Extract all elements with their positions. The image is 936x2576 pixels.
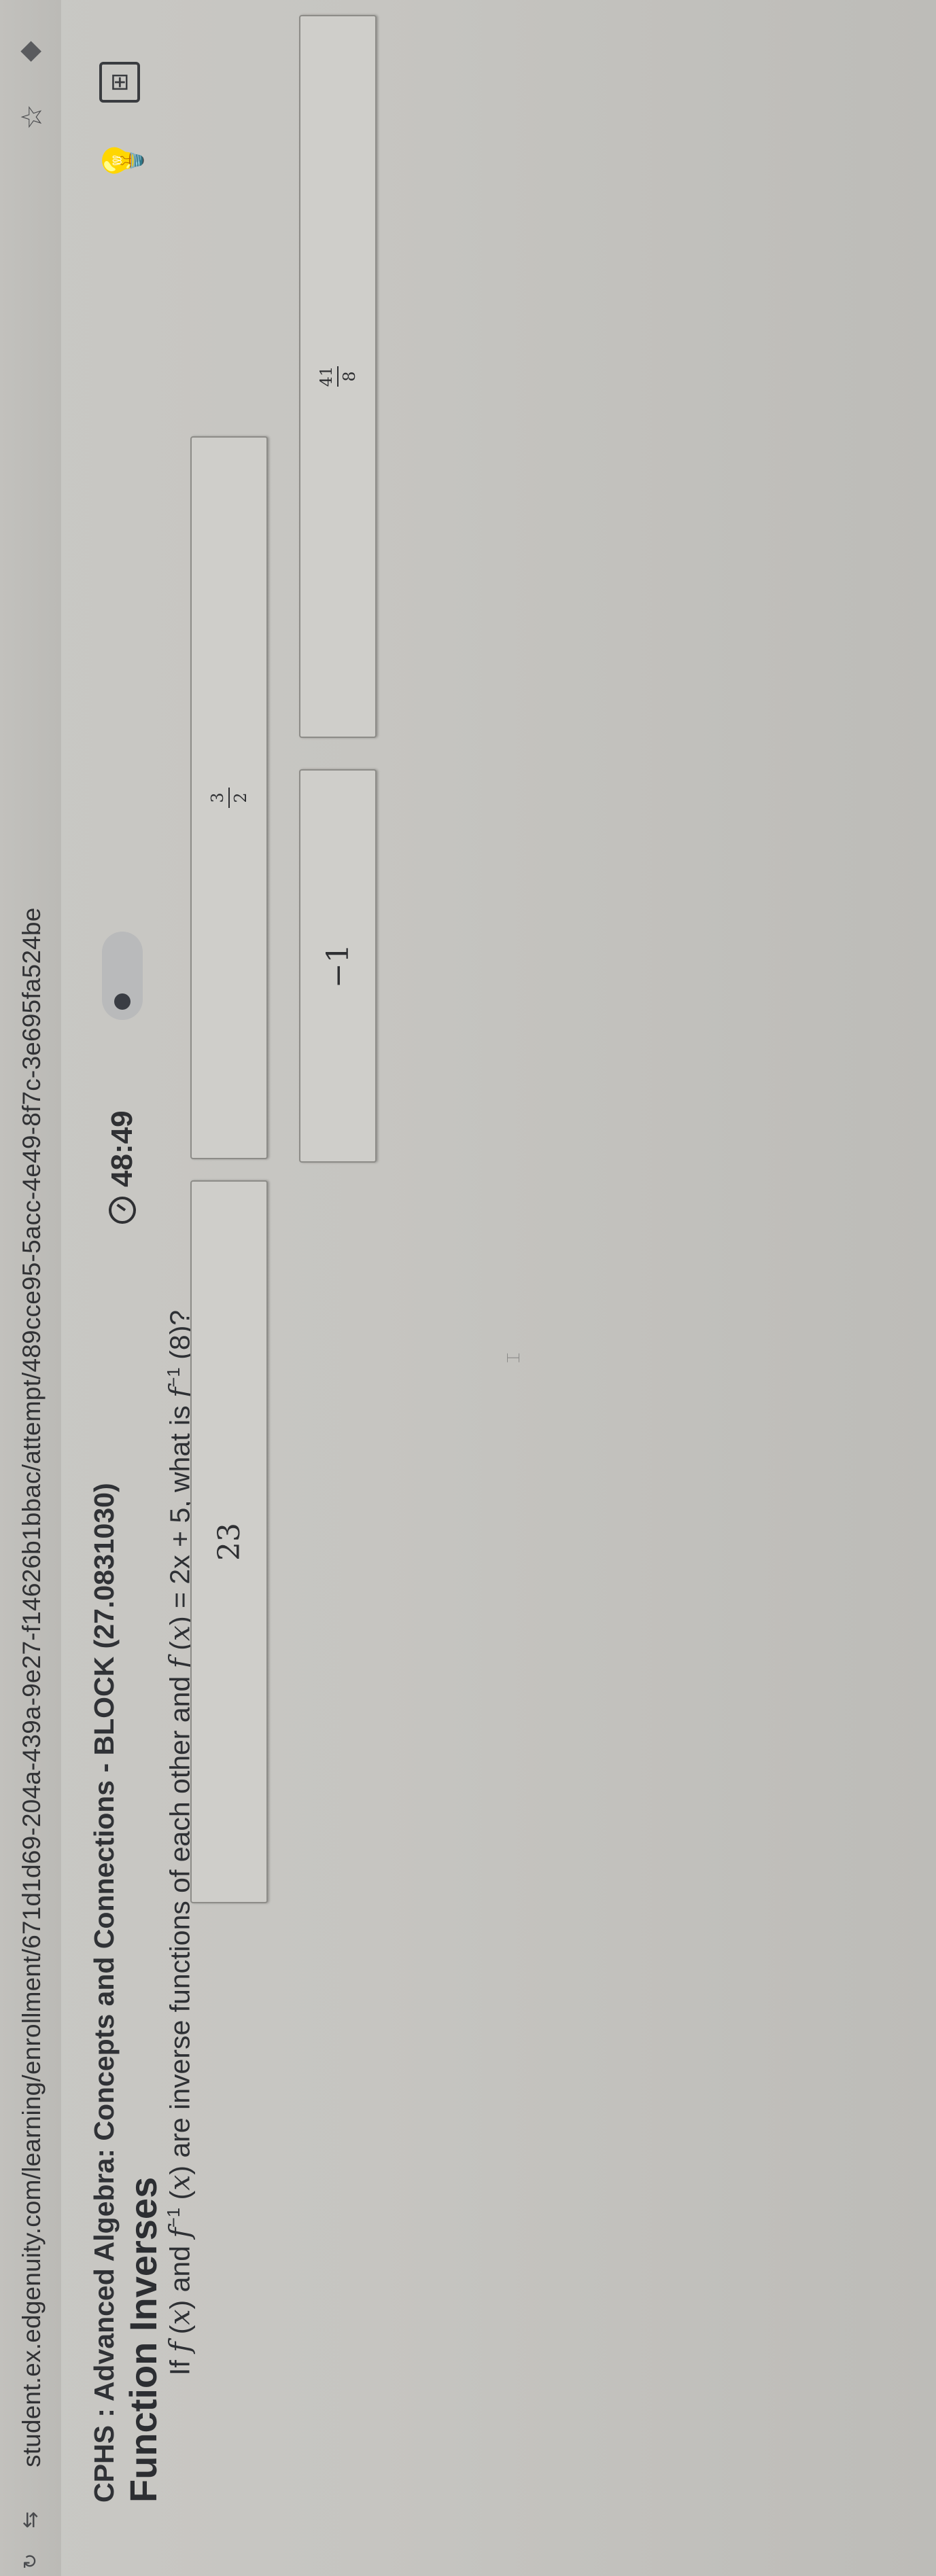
fraction-value: 41 8	[317, 366, 359, 387]
extension-icon[interactable]: ◆	[14, 41, 45, 62]
timer-toggle-knob	[114, 993, 131, 1010]
screen: ↻ ⇆ student.ex.edgenuity.com/learning/en…	[0, 0, 936, 2576]
star-icon[interactable]: ☆	[15, 104, 48, 130]
fraction-value: 32	[208, 788, 250, 808]
page-title: Function Inverses	[122, 2176, 164, 2503]
hint-bulb-icon[interactable]: 💡	[101, 137, 145, 184]
choice-value: 23	[211, 1523, 247, 1561]
timer-text: 48:49	[105, 1110, 139, 1187]
timer-icon	[109, 1197, 136, 1224]
tune-icon[interactable]: ⇆	[19, 2505, 42, 2528]
timer: 48:49	[105, 1110, 139, 1224]
mouse-cursor-icon: ⌶	[503, 1352, 523, 1363]
calculator-icon[interactable]: ⊞	[99, 62, 140, 103]
back-icon[interactable]: ↻	[19, 2549, 42, 2569]
choice-value: −1	[320, 944, 356, 988]
url-text[interactable]: student.ex.edgenuity.com/learning/enroll…	[18, 908, 46, 2467]
answer-choice-c[interactable]: 41 8	[299, 15, 377, 738]
course-breadcrumb: CPHS : Advanced Algebra: Concepts and Co…	[88, 1483, 120, 2503]
answer-choice-d[interactable]: −1	[299, 769, 377, 1163]
answer-choice-a[interactable]: 32	[190, 436, 268, 1159]
address-bar[interactable]: ↻ ⇆ student.ex.edgenuity.com/learning/en…	[0, 0, 61, 2576]
answer-choice-b[interactable]: 23	[190, 1180, 268, 1903]
